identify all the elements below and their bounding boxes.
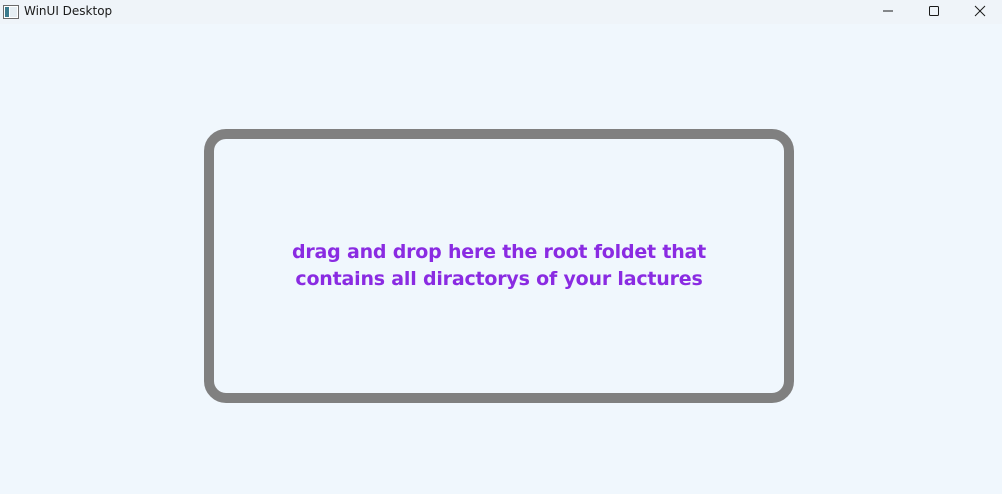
maximize-button[interactable] xyxy=(911,0,957,22)
title-bar[interactable]: WinUI Desktop xyxy=(0,0,1002,24)
drop-zone-message: drag and drop here the root foldet that … xyxy=(291,241,707,290)
close-icon xyxy=(974,2,986,21)
minimize-icon xyxy=(882,2,894,21)
minimize-button[interactable] xyxy=(865,0,911,22)
app-window-icon xyxy=(3,4,19,19)
folder-drop-zone[interactable]: drag and drop here the root foldet that … xyxy=(204,129,794,403)
window-title: WinUI Desktop xyxy=(24,4,113,18)
main-content: drag and drop here the root foldet that … xyxy=(0,24,1002,494)
app-window: WinUI Desktop drag and drop here the roo… xyxy=(0,0,1002,494)
maximize-icon xyxy=(928,2,940,21)
close-button[interactable] xyxy=(957,0,1002,22)
